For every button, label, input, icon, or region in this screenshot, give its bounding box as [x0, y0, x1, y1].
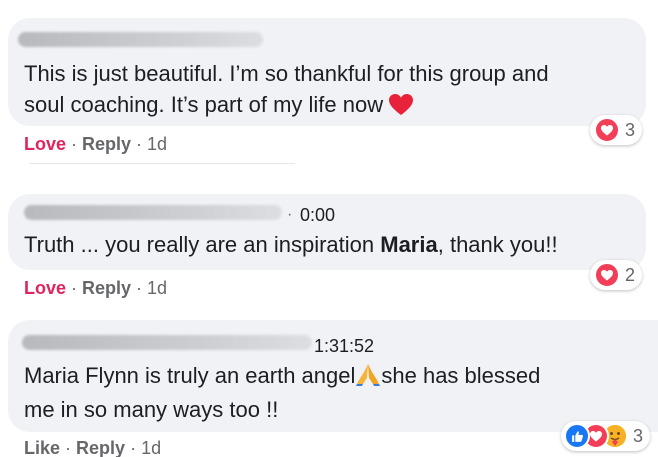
comment-text: Maria Flynn is truly an earth angel she h…	[24, 360, 540, 425]
redacted-author-name[interactable]	[22, 335, 312, 350]
heart-icon	[594, 117, 620, 143]
reaction-count: 3	[625, 119, 636, 140]
comment-text-line: This is just beautiful. I’m so thankful …	[24, 61, 549, 86]
video-timestamp[interactable]: 1:31:52	[314, 336, 374, 357]
separator-dot: ·	[136, 134, 143, 154]
separator-dot: ·	[65, 438, 72, 457]
comment-text: This is just beautiful. I’m so thankful …	[24, 58, 549, 124]
video-timestamp[interactable]: 0:00	[300, 205, 335, 226]
comment-actions: Love · Reply · 1d	[24, 278, 167, 299]
comment-text: Truth ... you really are an inspiration …	[24, 229, 558, 260]
comment-actions: Love · Reply · 1d	[24, 134, 167, 155]
reaction-summary[interactable]: 2	[590, 260, 643, 290]
comment-age[interactable]: 1d	[141, 438, 161, 457]
heart-icon	[594, 262, 620, 288]
reply-link[interactable]: Reply	[82, 278, 131, 298]
love-link[interactable]: Love	[24, 278, 66, 298]
comment-text-segment: Truth ... you really are an inspiration	[24, 232, 381, 257]
comment-text-segment: , thank you!!	[437, 232, 558, 257]
reply-link[interactable]: Reply	[82, 134, 131, 154]
separator-dot: ·	[136, 278, 143, 298]
separator-dot: ·	[287, 206, 293, 223]
love-link[interactable]: Love	[24, 134, 66, 154]
comment-text-line: soul coaching. It’s part of my life now	[24, 92, 384, 117]
separator-dot: ·	[71, 278, 78, 298]
separator-dot: ·	[130, 438, 137, 457]
reaction-summary[interactable]: 3	[590, 115, 643, 145]
comment-text-segment: she has blessed	[381, 363, 541, 388]
comment-age[interactable]: 1d	[147, 278, 167, 298]
redacted-author-name[interactable]	[18, 32, 263, 47]
like-link[interactable]: Like	[24, 438, 60, 457]
red-heart-emoji-icon	[389, 93, 414, 124]
comment-text-segment: Maria Flynn is truly an earth angel	[24, 363, 356, 388]
comment-text-line: me in so many ways too !!	[24, 397, 279, 422]
thumbs-up-icon	[564, 423, 590, 449]
divider	[30, 163, 295, 164]
comment-actions: Like · Reply · 1d	[24, 438, 161, 457]
reaction-count: 3	[633, 425, 644, 446]
reply-link[interactable]: Reply	[76, 438, 125, 457]
reaction-count: 2	[625, 264, 636, 285]
mention-maria[interactable]: Maria	[380, 232, 437, 257]
comment-age[interactable]: 1d	[147, 134, 167, 154]
separator-dot: ·	[71, 134, 78, 154]
praying-hands-emoji-icon	[355, 362, 381, 394]
redacted-author-name[interactable]	[24, 205, 282, 220]
reaction-summary[interactable]: 3	[561, 421, 651, 451]
